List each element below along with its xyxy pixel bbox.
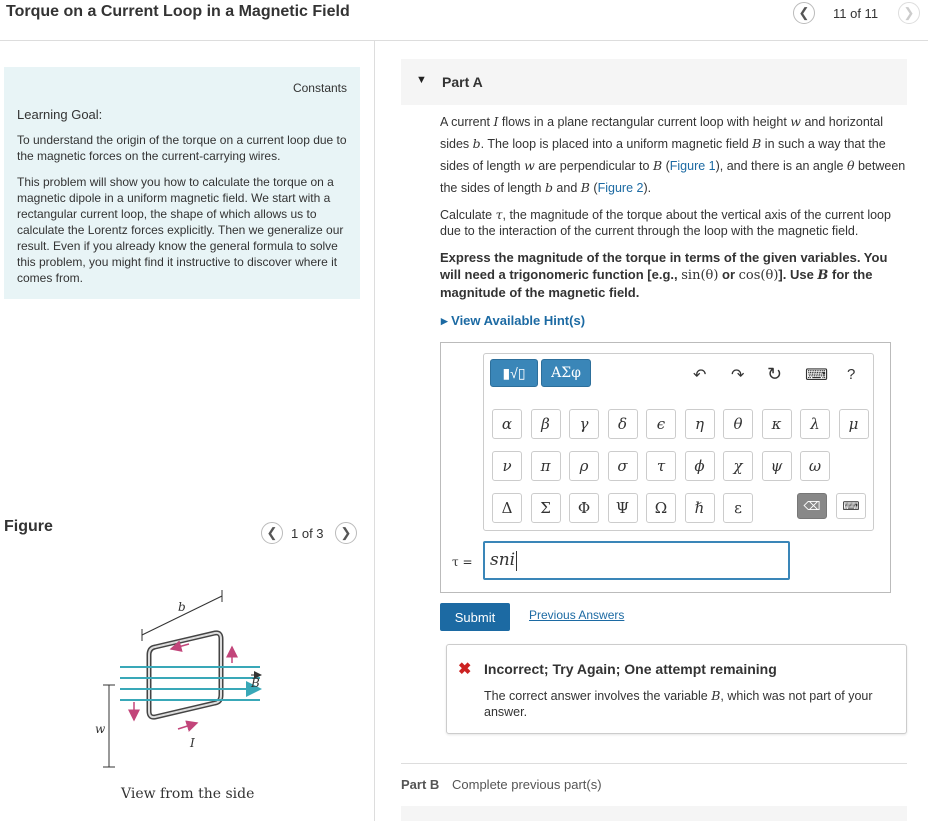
- greek-lower-key-0[interactable]: ν: [492, 451, 522, 481]
- part-b-label: Part B: [401, 777, 440, 792]
- figure-counter: 1 of 3: [291, 526, 324, 541]
- figure-next-button[interactable]: ❯: [335, 522, 357, 544]
- greek-lower-key-3[interactable]: σ: [607, 451, 638, 481]
- greek-lower-key-5[interactable]: η: [684, 409, 715, 439]
- greek-lower-key-6[interactable]: χ: [723, 451, 753, 481]
- figure-caption: View from the side: [121, 786, 255, 802]
- undo-icon[interactable]: ↶: [693, 365, 706, 385]
- greek-lower-key-4[interactable]: ϵ: [646, 409, 676, 439]
- chevron-left-icon: ❮: [266, 525, 278, 540]
- learning-goal-description: This problem will show you how to calcul…: [17, 175, 344, 285]
- greek-lower-key-8[interactable]: ω: [800, 451, 830, 481]
- problem-counter: 11 of 11: [833, 6, 879, 21]
- help-icon[interactable]: ?: [847, 366, 855, 383]
- I-label: I: [189, 736, 195, 750]
- greek-upper-key-4[interactable]: Ω: [646, 493, 676, 523]
- learning-goal-text: To understand the origin of the torque o…: [17, 133, 347, 163]
- greek-upper-key-1[interactable]: Σ: [530, 493, 561, 523]
- chevron-left-icon: ❮: [798, 5, 810, 20]
- greek-lower-key-4[interactable]: τ: [646, 451, 676, 481]
- view-hints-link[interactable]: ▸ View Available Hint(s): [441, 313, 585, 329]
- feedback-title: Incorrect; Try Again; One attempt remain…: [484, 661, 777, 677]
- greek-lower-key-2[interactable]: γ: [569, 409, 599, 439]
- chevron-right-icon: ❯: [903, 5, 915, 20]
- column-divider: [374, 41, 375, 821]
- greek-lower-key-1[interactable]: β: [530, 409, 561, 439]
- error-icon: ✖: [458, 661, 472, 678]
- w-label: w: [95, 722, 106, 736]
- part-b-bar: [401, 806, 907, 821]
- previous-answers-link[interactable]: Previous Answers: [529, 608, 624, 622]
- keyboard-icon[interactable]: ⌨: [805, 365, 828, 385]
- redo-icon[interactable]: ↷: [731, 365, 744, 385]
- learning-goal-heading: Learning Goal:: [17, 107, 103, 122]
- reset-icon[interactable]: ↻: [767, 364, 782, 385]
- header-divider: [0, 40, 928, 41]
- answer-label: τ =: [452, 555, 473, 569]
- chevron-right-icon: ❯: [340, 525, 352, 540]
- greek-lower-key-7[interactable]: ψ: [761, 451, 792, 481]
- instruction-text: Express the magnitude of the torque in t…: [440, 250, 888, 300]
- feedback-box: ✖ Incorrect; Try Again; One attempt rema…: [446, 644, 907, 734]
- greek-upper-key-5[interactable]: ℏ: [684, 493, 715, 523]
- delete-key[interactable]: ⌫: [797, 493, 827, 519]
- greek-lower-key-5[interactable]: ϕ: [684, 451, 715, 481]
- learning-goal-panel: Constants Learning Goal: To understand t…: [4, 67, 360, 299]
- figure-heading: Figure: [4, 518, 53, 535]
- greek-upper-key-3[interactable]: Ψ: [607, 493, 638, 523]
- greek-lower-key-1[interactable]: π: [530, 451, 561, 481]
- page-title: Torque on a Current Loop in a Magnetic F…: [6, 3, 350, 20]
- feedback-text: The correct answer involves the variable…: [484, 688, 873, 719]
- greek-lower-key-8[interactable]: λ: [800, 409, 830, 439]
- part-b-divider: [401, 763, 907, 764]
- b-label: b: [178, 600, 186, 614]
- part-b-status: Complete previous part(s): [452, 777, 602, 792]
- keyboard-icon: ⌨: [842, 499, 860, 513]
- constants-link[interactable]: Constants: [293, 81, 347, 95]
- templates-button[interactable]: ▮√▯: [490, 359, 538, 387]
- keyboard-toggle-key[interactable]: ⌨: [836, 493, 866, 519]
- greek-upper-key-6[interactable]: ε: [723, 493, 753, 523]
- submit-button[interactable]: Submit: [440, 603, 510, 631]
- greek-upper-key-0[interactable]: Δ: [492, 493, 522, 523]
- greek-lower-key-9[interactable]: μ: [838, 409, 869, 439]
- answer-input[interactable]: sni: [483, 541, 790, 580]
- part-a-header[interactable]: ▼ Part A: [401, 59, 907, 105]
- part-a-label: Part A: [442, 74, 483, 90]
- problem-statement: A current I flows in a plane rectangular…: [440, 114, 906, 195]
- greek-lower-key-7[interactable]: κ: [761, 409, 792, 439]
- next-problem-button[interactable]: ❯: [898, 2, 920, 24]
- caret-down-icon: ▼: [416, 74, 427, 86]
- previous-problem-button[interactable]: ❮: [793, 2, 815, 24]
- figure-1-link[interactable]: Figure 1: [670, 159, 716, 173]
- greek-lower-key-0[interactable]: α: [492, 409, 522, 439]
- question-text: Calculate τ, the magnitude of the torque…: [440, 207, 891, 238]
- greek-lower-key-6[interactable]: θ: [723, 409, 753, 439]
- figure-2-link[interactable]: Figure 2: [598, 181, 644, 195]
- greek-lower-key-2[interactable]: ρ: [569, 451, 599, 481]
- greek-symbols-button[interactable]: ΑΣφ: [541, 359, 591, 387]
- figure-prev-button[interactable]: ❮: [261, 522, 283, 544]
- text-cursor: [516, 550, 518, 571]
- greek-upper-key-2[interactable]: Φ: [569, 493, 599, 523]
- current-loop-figure: b B I w: [95, 590, 262, 768]
- B-field-label: B: [250, 676, 260, 690]
- greek-lower-key-3[interactable]: δ: [607, 409, 638, 439]
